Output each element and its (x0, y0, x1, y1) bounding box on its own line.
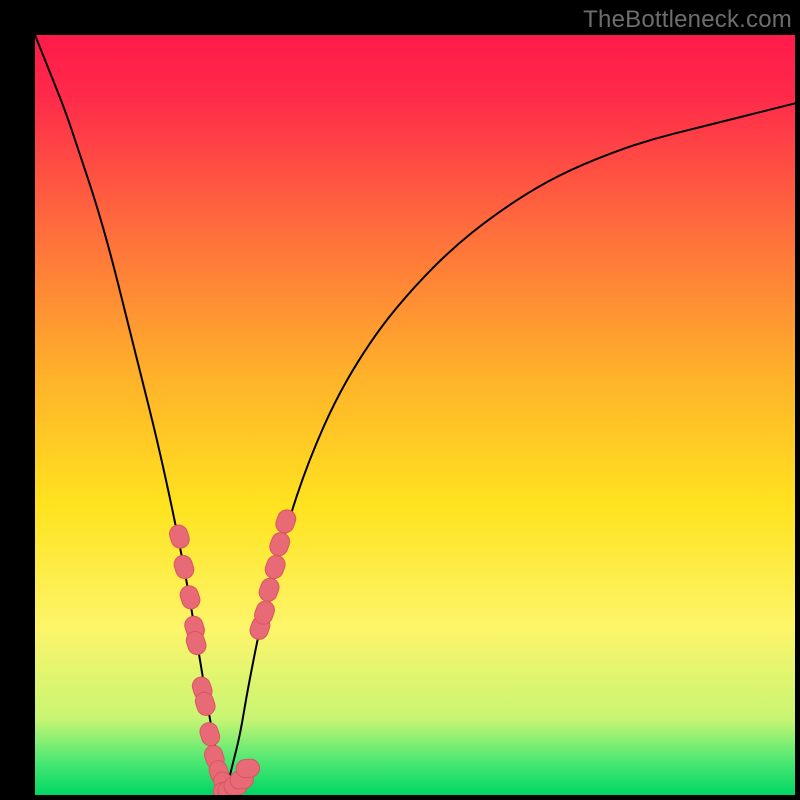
chart-frame: TheBottleneck.com (0, 0, 800, 800)
watermark-text: TheBottleneck.com (583, 6, 792, 34)
gradient-background (35, 35, 795, 795)
data-marker (235, 758, 260, 778)
chart-svg (35, 35, 795, 795)
plot-area (35, 35, 795, 795)
